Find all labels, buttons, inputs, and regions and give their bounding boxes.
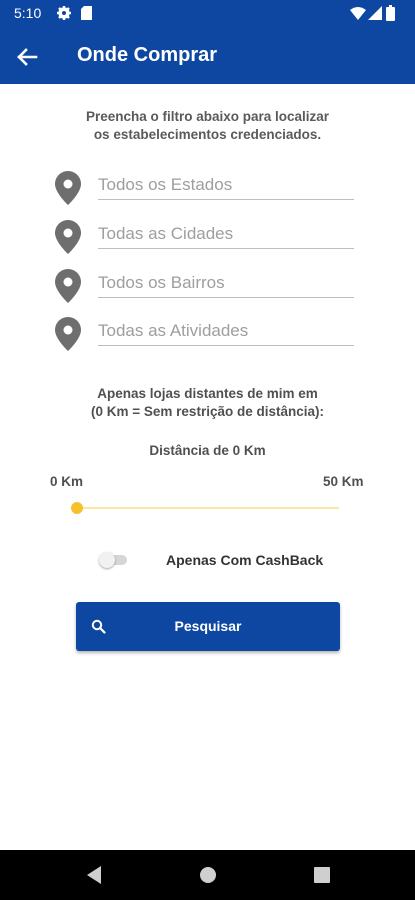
search-button-label: Pesquisar xyxy=(174,618,242,634)
system-nav-bar xyxy=(0,850,415,900)
slider-track xyxy=(77,507,339,509)
intro-line-1: Preencha o filtro abaixo para localizar xyxy=(85,109,330,124)
location-pin-icon xyxy=(55,171,81,205)
filter-bairro-row xyxy=(55,268,355,304)
cidade-select[interactable] xyxy=(98,219,354,249)
intro-line-2: os estabelecimentos credenciados. xyxy=(93,127,322,142)
nav-back-icon[interactable] xyxy=(86,865,102,885)
slider-thumb[interactable] xyxy=(71,502,83,514)
toggle-thumb xyxy=(99,552,115,568)
location-pin-icon xyxy=(55,269,81,303)
slider-min-label: 0 Km xyxy=(50,474,84,489)
slider-max-label: 50 Km xyxy=(323,474,364,489)
status-bar: 5:10 xyxy=(0,0,415,28)
distance-current-label: Distância de 0 Km xyxy=(149,443,266,458)
cashback-toggle[interactable] xyxy=(99,552,129,568)
sd-card-icon xyxy=(81,6,92,20)
app-bar: Onde Comprar xyxy=(0,28,415,84)
distance-description: Apenas lojas distantes de mim em (0 Km =… xyxy=(0,385,415,421)
estado-select[interactable] xyxy=(98,170,354,200)
status-time: 5:10 xyxy=(14,5,42,21)
battery-icon xyxy=(386,5,395,21)
nav-recents-icon[interactable] xyxy=(313,865,331,885)
location-pin-icon xyxy=(55,220,81,254)
intro-text: Preencha o filtro abaixo para localizar … xyxy=(0,108,415,144)
search-button[interactable]: Pesquisar xyxy=(76,602,340,651)
atividade-select[interactable] xyxy=(98,316,354,346)
wifi-icon xyxy=(350,7,366,20)
distance-slider[interactable] xyxy=(71,498,341,518)
bairro-select[interactable] xyxy=(98,268,354,298)
location-pin-icon xyxy=(55,317,81,351)
filter-estado-row xyxy=(55,170,355,206)
settings-gear-icon xyxy=(57,6,71,20)
back-arrow-icon[interactable] xyxy=(12,42,42,72)
cashback-label: Apenas Com CashBack xyxy=(166,552,324,568)
filter-cidade-row xyxy=(55,219,355,255)
distance-line-1: Apenas lojas distantes de mim em xyxy=(97,386,318,401)
filter-atividade-row xyxy=(55,316,355,352)
distance-line-2: (0 Km = Sem restrição de distância): xyxy=(91,404,324,419)
signal-icon xyxy=(368,6,382,20)
page-title: Onde Comprar xyxy=(77,44,218,66)
nav-home-icon[interactable] xyxy=(199,865,217,885)
